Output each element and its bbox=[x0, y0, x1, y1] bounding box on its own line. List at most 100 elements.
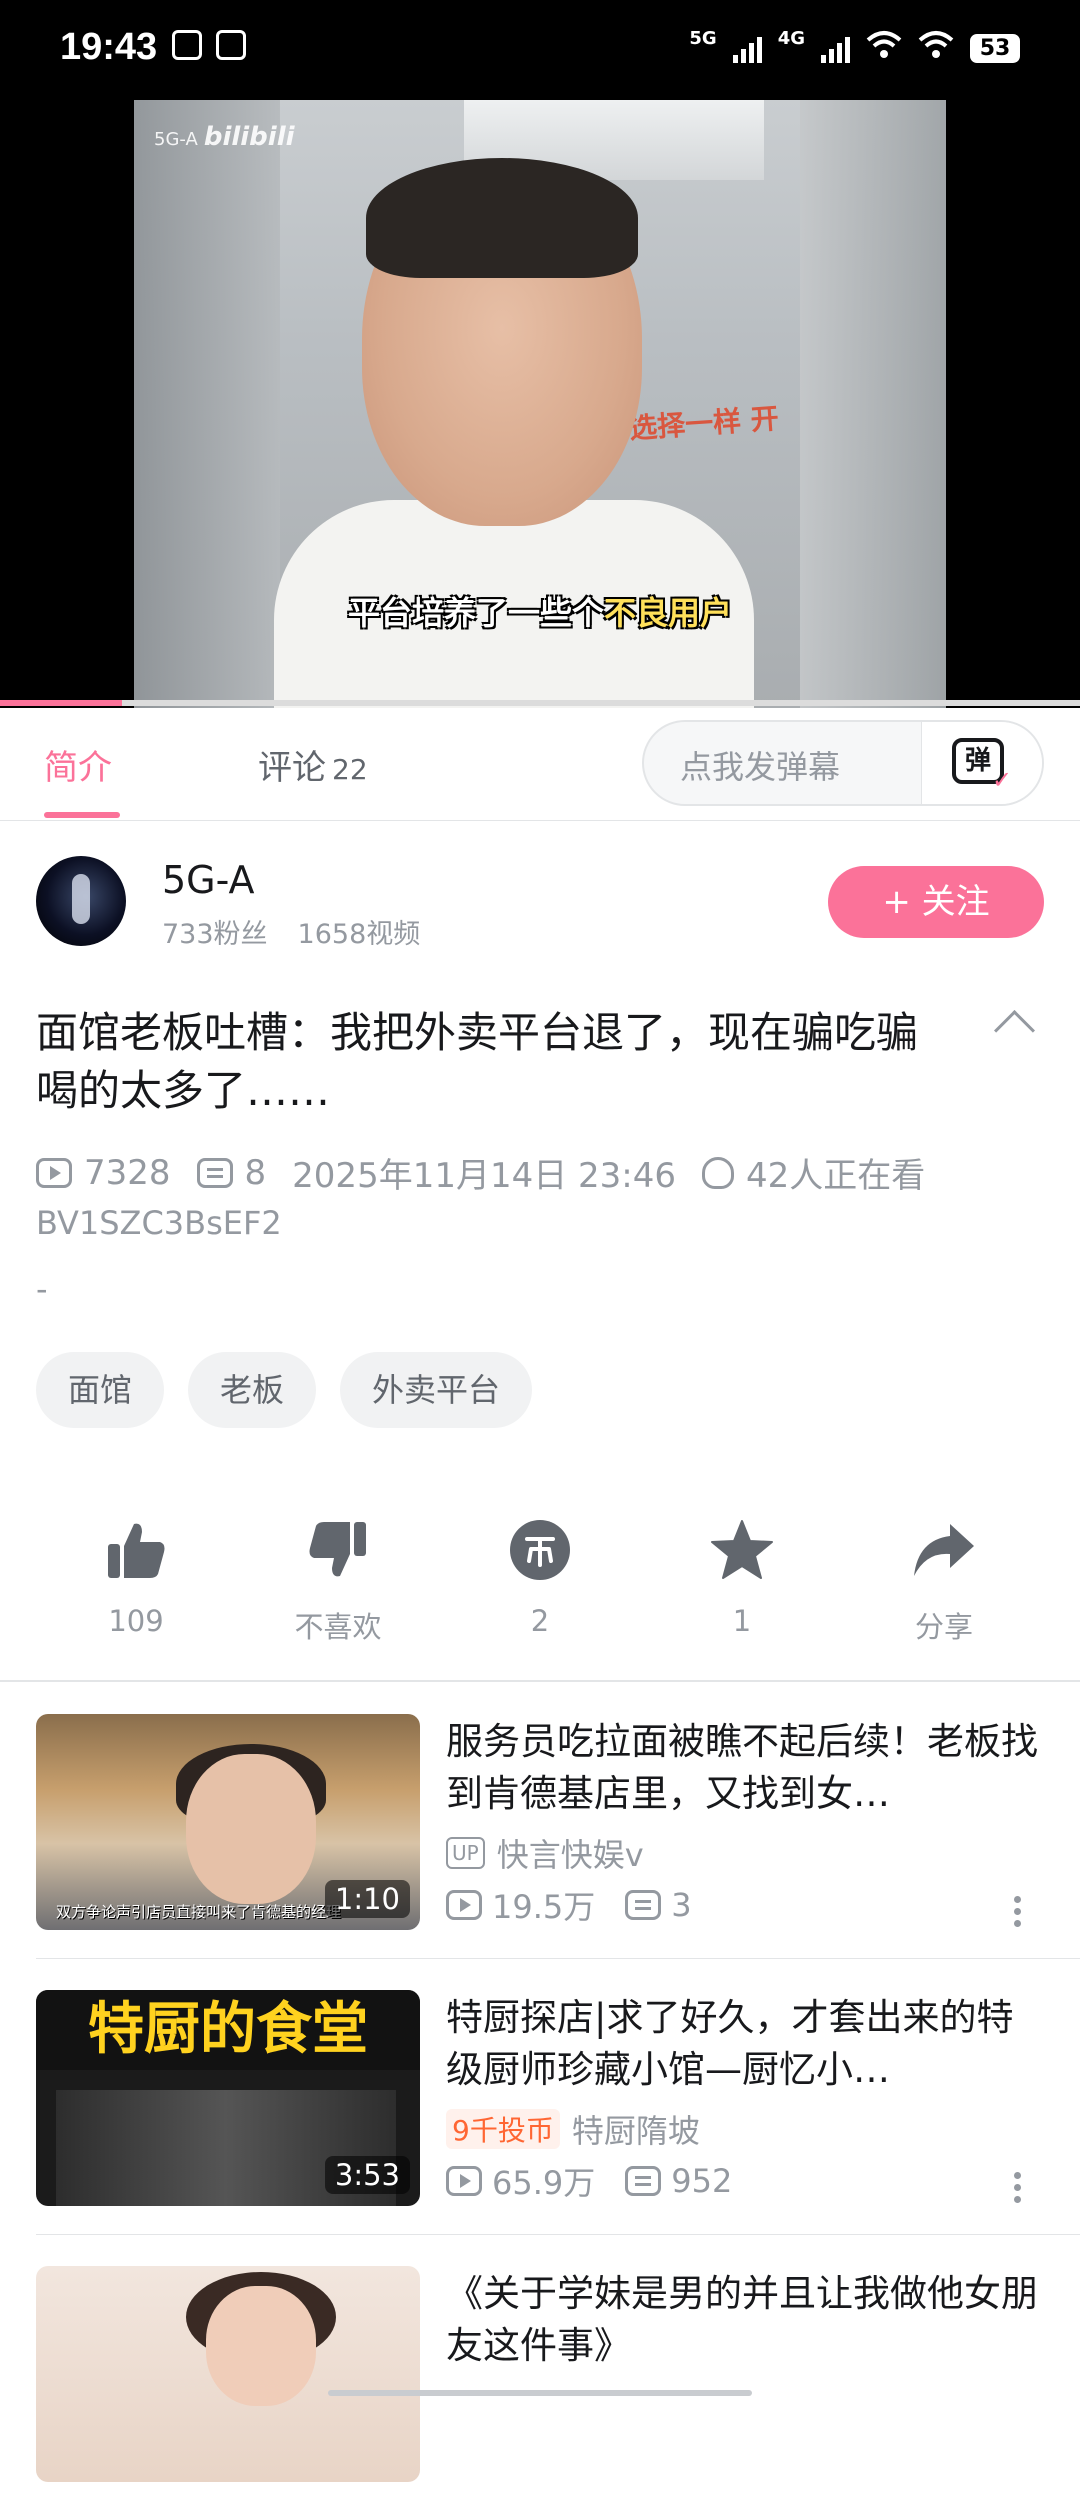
signal-icon bbox=[732, 33, 762, 63]
recommended-stats: 65.9万 952 bbox=[446, 2158, 732, 2204]
list-divider bbox=[36, 1958, 1080, 1959]
person-hair bbox=[366, 158, 638, 278]
coin-count: 2 bbox=[530, 1604, 550, 1638]
view-count: 19.5万 bbox=[492, 1888, 596, 1926]
tag-item[interactable]: 面馆 bbox=[36, 1352, 165, 1428]
coin-button[interactable]: 2 bbox=[460, 1510, 620, 1638]
video-title: 面馆老板吐槽：我把外卖平台退了，现在骗吃骗喝的太多了…… bbox=[36, 1008, 919, 1115]
thumbnail-caption: 双方争论声引店员直接叫来了肯德基的经理 bbox=[56, 1903, 342, 1921]
status-indicators: 5G 4G 53 bbox=[689, 30, 1020, 66]
danmaku-count: 952 bbox=[671, 2162, 733, 2200]
coin-icon bbox=[510, 1520, 570, 1580]
status-bar: 19:43 5G 4G 53 bbox=[0, 0, 1080, 100]
follow-button[interactable]: + 关注 bbox=[828, 866, 1044, 938]
video-duration: 1:10 bbox=[324, 1880, 410, 1918]
danmaku-placeholder: 点我发弹幕 bbox=[680, 748, 841, 786]
network-5g-label: 5G bbox=[689, 28, 717, 49]
more-options-icon[interactable] bbox=[1014, 2172, 1022, 2208]
tab-comments[interactable]: 评论 22 bbox=[258, 740, 368, 789]
recommended-title[interactable]: 《关于学妹是男的并且让我做他女朋友这件事》 bbox=[446, 2268, 1046, 2372]
comment-count: 22 bbox=[332, 753, 368, 786]
share-label: 分享 bbox=[914, 1610, 973, 1644]
video-thumbnail[interactable] bbox=[36, 2266, 420, 2482]
tab-intro[interactable]: 简介 bbox=[44, 740, 112, 789]
battery-indicator: 53 bbox=[970, 33, 1020, 63]
status-notification-icons bbox=[172, 30, 246, 60]
uploader-stats: 733粉丝 1658视频 bbox=[162, 912, 420, 951]
danmaku-count: 3 bbox=[671, 1886, 692, 1924]
danmaku-count-icon bbox=[196, 1157, 233, 1188]
play-count-icon bbox=[446, 1890, 482, 1920]
video-subtitle: 平台培养了一些个不良用户 bbox=[0, 588, 1080, 634]
recommended-stats: 19.5万 3 bbox=[446, 1882, 692, 1928]
recommended-uploader: UP 快言快娱v bbox=[446, 1830, 644, 1876]
recommended-video[interactable]: 《关于学妹是男的并且让我做他女朋友这件事》 bbox=[0, 2266, 1080, 2506]
list-divider bbox=[36, 2234, 1080, 2235]
background-sign: 选择一样 开 bbox=[628, 401, 780, 446]
video-thumbnail[interactable]: 特厨的食堂 3:53 bbox=[36, 1990, 420, 2206]
favorite-count: 1 bbox=[732, 1604, 752, 1638]
play-count-icon bbox=[36, 1157, 72, 1188]
favorite-button[interactable]: 1 bbox=[662, 1510, 822, 1638]
thumb-face bbox=[206, 2286, 316, 2406]
chevron-up-icon[interactable] bbox=[993, 1009, 1036, 1052]
detail-tabs: 简介 评论 22 点我发弹幕 弹 ✓ bbox=[0, 708, 1080, 821]
video-meta: 7328 8 2025年11月14日 23:46 42人正在看 bbox=[36, 1148, 925, 1197]
uploader-fans: 733粉丝 bbox=[162, 919, 268, 950]
dislike-button[interactable]: 不喜欢 bbox=[258, 1510, 418, 1646]
thumbs-down-icon bbox=[309, 1522, 366, 1577]
check-icon: ✓ bbox=[992, 766, 1013, 794]
home-indicator[interactable] bbox=[328, 2390, 752, 2396]
play-count-icon bbox=[446, 2166, 482, 2196]
more-options-icon[interactable] bbox=[1014, 1896, 1022, 1932]
uploader-name[interactable]: 5G-A bbox=[162, 858, 255, 902]
video-player[interactable]: 选择一样 开 5G-A bilibili 平台培养了一些个不良用户 bbox=[0, 100, 1080, 708]
subtitle-highlight: 不良用户 bbox=[604, 594, 733, 632]
uploader-name-small: 特厨隋坡 bbox=[571, 2112, 700, 2150]
avatar[interactable] bbox=[36, 856, 126, 946]
share-button[interactable]: 分享 bbox=[864, 1510, 1024, 1646]
wifi-icon-2 bbox=[918, 30, 954, 66]
publish-datetime: 2025年11月14日 23:46 bbox=[292, 1156, 677, 1196]
tab-active-indicator bbox=[44, 812, 120, 818]
share-icon bbox=[914, 1524, 974, 1576]
watching-count: 42人正在看 bbox=[746, 1156, 926, 1196]
subtitle-text: 平台培养了一些个 bbox=[347, 594, 604, 632]
section-divider bbox=[0, 1680, 1080, 1682]
recommended-title[interactable]: 特厨探店|求了好久，才套出来的特级厨师珍藏小馆—厨忆小… bbox=[446, 1992, 1046, 2096]
bilibili-notification-icon bbox=[172, 30, 202, 60]
signal-icon-2 bbox=[821, 33, 850, 63]
network-4g-label: 4G bbox=[777, 28, 805, 49]
video-progress-bar[interactable] bbox=[0, 700, 1080, 706]
recommended-uploader: 9千投币 特厨隋坡 bbox=[446, 2106, 700, 2152]
like-button[interactable]: 109 bbox=[56, 1510, 216, 1638]
thumbnail-sign-text: 特厨的食堂 bbox=[36, 1990, 420, 2070]
recommended-title[interactable]: 服务员吃拉面被瞧不起后续！老板找到肯德基店里，又找到女… bbox=[446, 1716, 1046, 1820]
watermark-channel: 5G-A bbox=[154, 129, 198, 150]
uploader-videos: 1658视频 bbox=[297, 919, 421, 950]
tag-item[interactable]: 老板 bbox=[188, 1352, 317, 1428]
recommended-video[interactable]: 特厨的食堂 3:53 特厨探店|求了好久，才套出来的特级厨师珍藏小馆—厨忆小… … bbox=[0, 1990, 1080, 2230]
coin-badge: 9千投币 bbox=[446, 2109, 560, 2149]
video-duration: 3:53 bbox=[324, 2156, 410, 2194]
tag-item[interactable]: 外卖平台 bbox=[340, 1352, 533, 1428]
danmaku-count-icon bbox=[625, 1890, 662, 1920]
like-count: 109 bbox=[108, 1604, 164, 1638]
up-badge: UP bbox=[446, 1837, 485, 1869]
tag-list: 面馆 老板 外卖平台 bbox=[36, 1352, 533, 1428]
recommended-video[interactable]: 双方争论声引店员直接叫来了肯德基的经理 1:10 服务员吃拉面被瞧不起后续！老板… bbox=[0, 1714, 1080, 1954]
danmaku-input[interactable]: 点我发弹幕 弹 ✓ bbox=[642, 720, 1044, 806]
view-count: 7328 bbox=[84, 1152, 171, 1193]
view-count: 65.9万 bbox=[492, 2164, 596, 2202]
tab-intro-label: 简介 bbox=[44, 748, 112, 788]
thumbs-up-icon bbox=[108, 1523, 165, 1578]
video-thumbnail[interactable]: 双方争论声引店员直接叫来了肯德基的经理 1:10 bbox=[36, 1714, 420, 1930]
wifi-icon bbox=[866, 30, 902, 66]
danmaku-count-icon bbox=[625, 2166, 662, 2196]
status-time: 19:43 bbox=[60, 26, 158, 68]
tab-comments-label: 评论 bbox=[258, 748, 326, 788]
people-icon bbox=[702, 1156, 735, 1189]
danmaku-count: 8 bbox=[244, 1152, 267, 1193]
video-description: - bbox=[36, 1270, 48, 1308]
danmaku-settings-button[interactable]: 弹 ✓ bbox=[921, 722, 1042, 804]
